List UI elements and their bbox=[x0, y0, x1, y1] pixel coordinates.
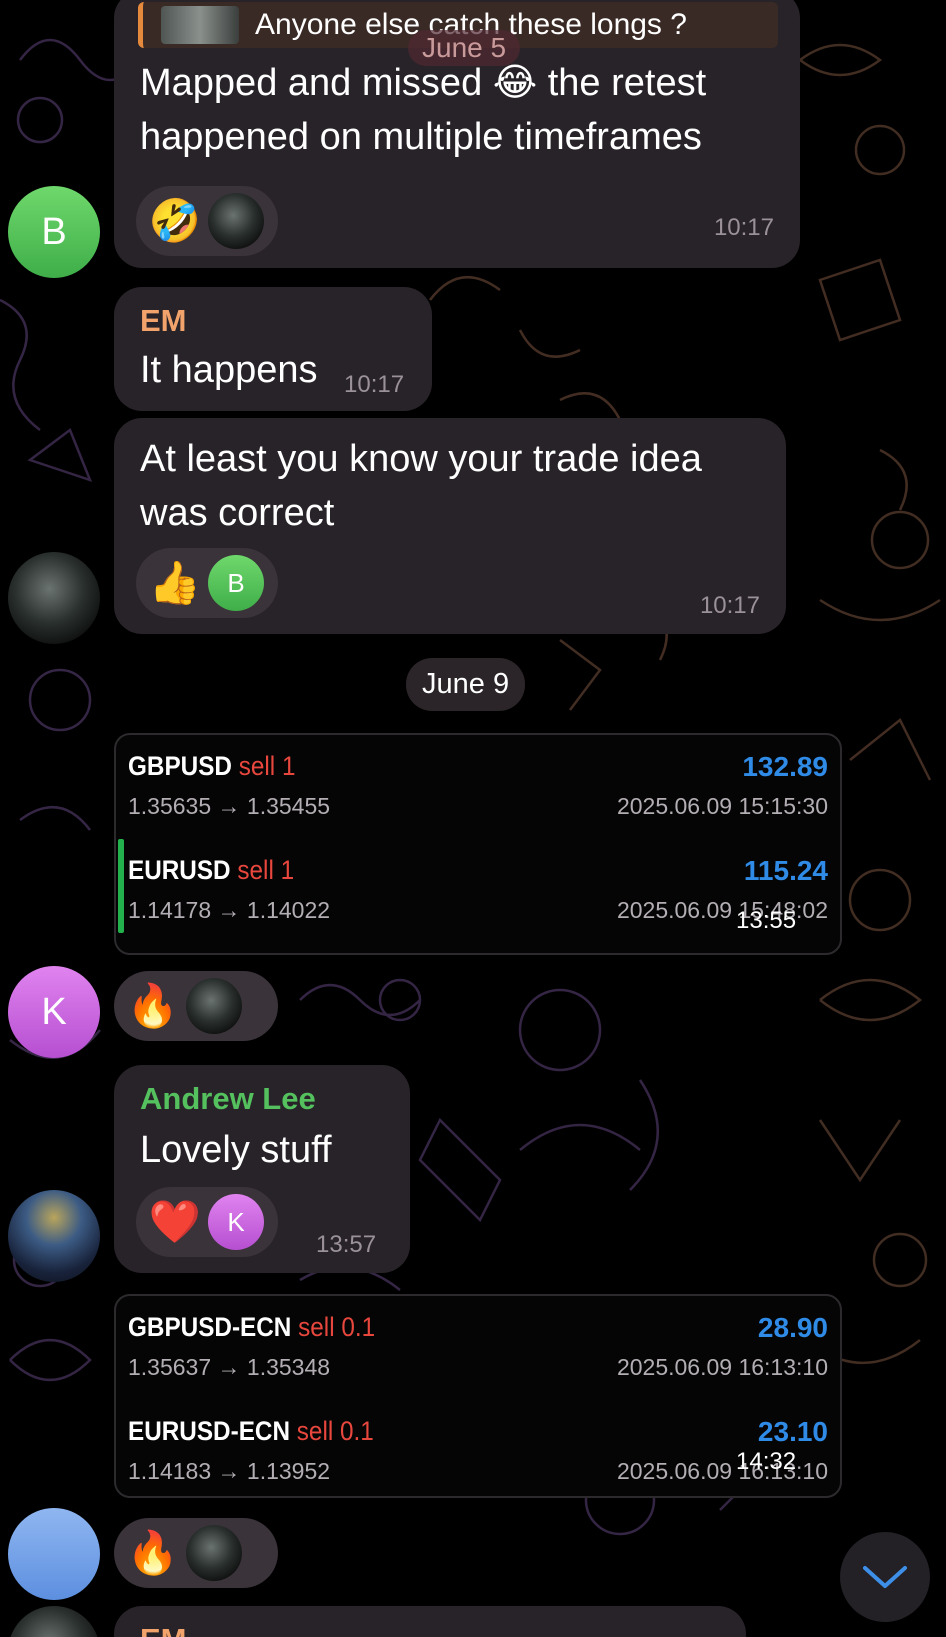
message-time: 10:17 bbox=[699, 592, 760, 619]
message-time: 13:57 bbox=[316, 1231, 377, 1258]
trade-timestamp: 2025.06.09 15:15:30 bbox=[616, 793, 828, 819]
reactor-avatar bbox=[208, 193, 264, 249]
trade-symbol: GBPUSD-ECN sell 0.1 bbox=[128, 1312, 376, 1342]
message-bubble-andrew[interactable]: Andrew Lee Lovely stuff ❤️ K 13:57 bbox=[114, 1065, 410, 1273]
message-text: It happens bbox=[140, 349, 318, 391]
trade-card[interactable]: GBPUSD-ECN sell 0.1 28.90 1.35637 → 1.35… bbox=[114, 1294, 842, 1498]
heart-reaction[interactable]: ❤️ bbox=[149, 1197, 201, 1247]
trade-prices: 1.14183 → 1.13952 bbox=[128, 1458, 331, 1484]
message-bubble-em-2[interactable]: At least you know your trade idea was co… bbox=[114, 418, 786, 634]
reaction-bar[interactable]: 👍 B bbox=[136, 548, 278, 618]
reaction-bar[interactable]: 🔥 bbox=[114, 971, 278, 1041]
trade-symbol: GBPUSD sell 1 bbox=[128, 751, 296, 781]
message-time: 14:32 bbox=[736, 1448, 797, 1475]
trade-profit: 132.89 bbox=[742, 751, 828, 782]
scroll-down-button[interactable] bbox=[840, 1532, 930, 1622]
reply-thumbnail bbox=[161, 6, 239, 44]
trade-prices: 1.14178 → 1.14022 bbox=[128, 897, 331, 923]
chevron-down-icon bbox=[863, 1566, 907, 1588]
message-text: Mapped and missed 😂 the retest happened … bbox=[140, 62, 707, 158]
rofl-reaction[interactable]: 🤣 bbox=[149, 196, 201, 246]
message-time: 10:17 bbox=[713, 214, 774, 241]
trade-prices: 1.35637 → 1.35348 bbox=[128, 1354, 331, 1380]
sender-name[interactable]: EM bbox=[140, 1622, 187, 1637]
reaction-bar[interactable]: ❤️ K bbox=[136, 1187, 278, 1257]
message-time: 10:17 bbox=[344, 371, 405, 398]
reaction-bar[interactable]: 🔥 bbox=[114, 1518, 278, 1588]
thumbs-up-reaction[interactable]: 👍 bbox=[149, 558, 201, 608]
avatar-k[interactable]: K bbox=[8, 966, 100, 1058]
reactor-avatar bbox=[186, 978, 242, 1034]
trade-symbol: EURUSD sell 1 bbox=[128, 855, 295, 885]
trade-timestamp: 2025.06.09 16:13:10 bbox=[616, 1354, 828, 1380]
message-text: Lovely stuff bbox=[140, 1129, 332, 1171]
sender-name[interactable]: Andrew Lee bbox=[140, 1081, 316, 1117]
sender-name[interactable]: EM bbox=[140, 303, 187, 339]
fire-reaction[interactable]: 🔥 bbox=[127, 981, 179, 1031]
trade-card[interactable]: GBPUSD sell 1 132.89 1.35635 → 1.35455 2… bbox=[114, 733, 842, 955]
reactor-avatar-k: K bbox=[208, 1194, 264, 1250]
fire-reaction[interactable]: 🔥 bbox=[127, 1528, 179, 1578]
trade-timestamp: 2025.06.09 15:48:02 bbox=[616, 897, 828, 923]
trade-symbol: EURUSD-ECN sell 0.1 bbox=[128, 1416, 374, 1446]
avatar-b[interactable]: B bbox=[8, 186, 100, 278]
trade-timestamp: 2025.06.09 16:13:10 bbox=[616, 1458, 828, 1484]
trade-profit: 28.90 bbox=[757, 1312, 828, 1343]
message-time: 13:55 bbox=[736, 907, 797, 934]
message-bubble-em[interactable]: EM It happens 10:17 bbox=[114, 287, 432, 411]
date-separator: June 9 bbox=[406, 658, 526, 711]
highlight-bar bbox=[118, 839, 124, 933]
trade-row: GBPUSD sell 1 132.89 1.35635 → 1.35455 2… bbox=[128, 751, 828, 831]
trade-prices: 1.35635 → 1.35455 bbox=[128, 793, 331, 819]
trade-profit: 23.10 bbox=[757, 1416, 828, 1447]
trade-row: EURUSD sell 1 115.24 1.14178 → 1.14022 2… bbox=[128, 855, 828, 935]
reaction-bar[interactable]: 🤣 bbox=[136, 186, 278, 256]
avatar-andrew-lee[interactable] bbox=[8, 1190, 100, 1282]
trade-row: EURUSD-ECN sell 0.1 23.10 1.14183 → 1.13… bbox=[128, 1416, 828, 1496]
trade-row: GBPUSD-ECN sell 0.1 28.90 1.35637 → 1.35… bbox=[128, 1312, 828, 1392]
message-text: At least you know your trade idea was co… bbox=[140, 438, 702, 534]
avatar-em[interactable] bbox=[8, 552, 100, 644]
trade-profit: 115.24 bbox=[743, 855, 828, 886]
message-bubble-em-partial[interactable]: EM bbox=[114, 1606, 746, 1637]
message-bubble-b[interactable]: Anyone else catch these longs ? June 5 M… bbox=[114, 0, 800, 268]
avatar-blue[interactable] bbox=[8, 1508, 100, 1600]
reactor-avatar bbox=[186, 1525, 242, 1581]
reactor-avatar-b: B bbox=[208, 555, 264, 611]
